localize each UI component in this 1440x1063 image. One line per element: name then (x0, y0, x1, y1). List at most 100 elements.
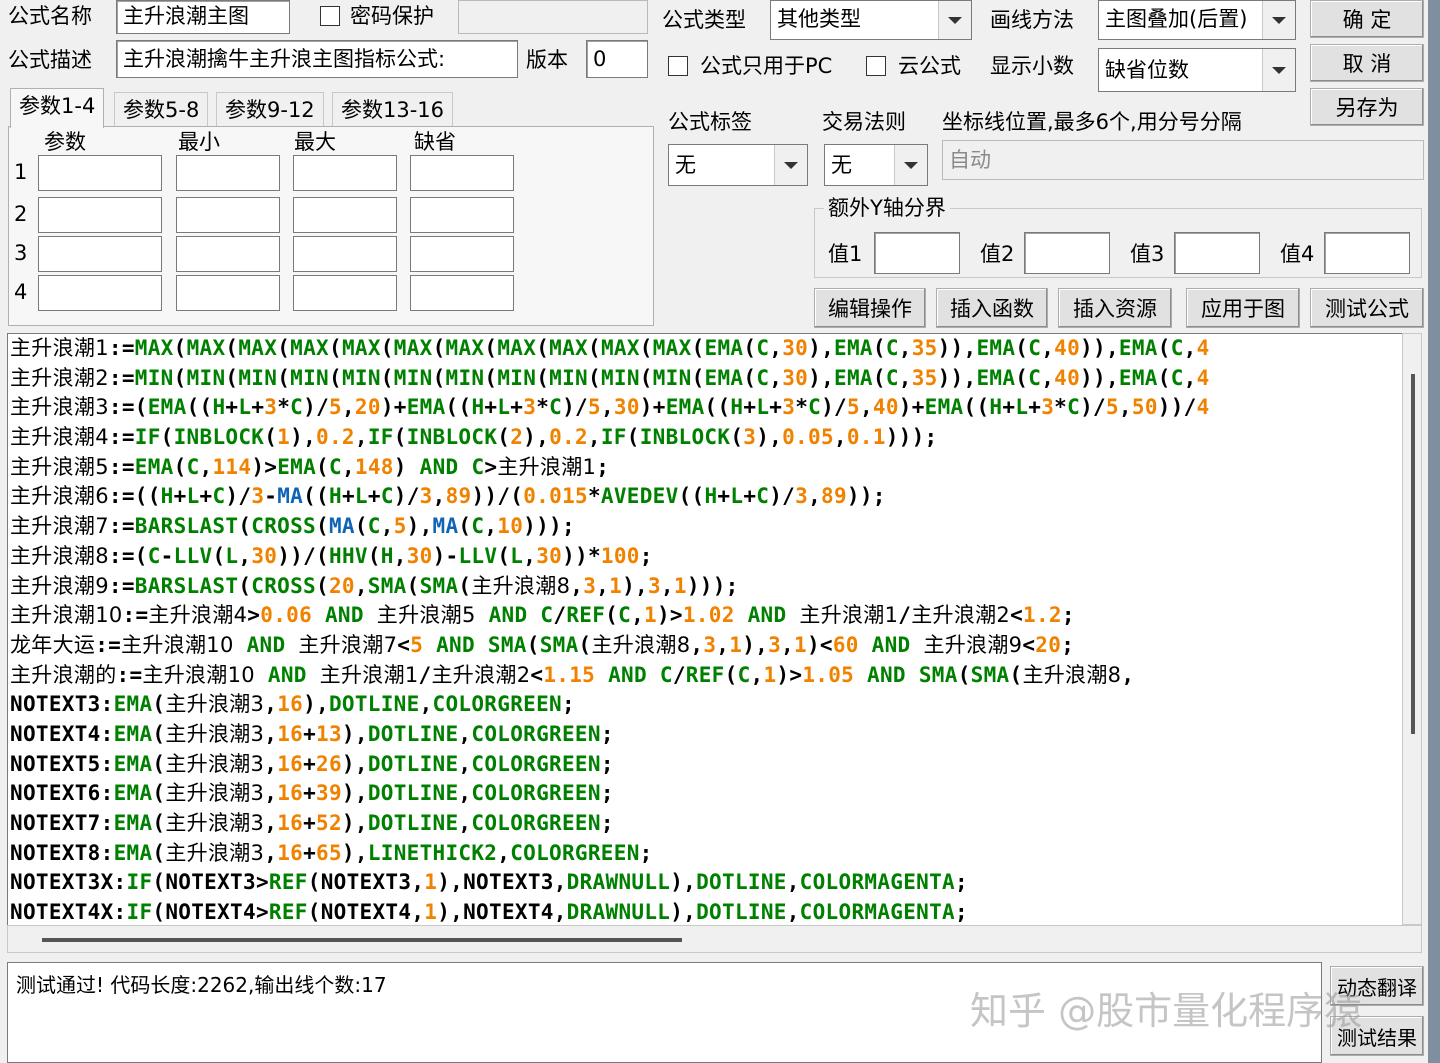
param-1-min[interactable] (176, 155, 280, 191)
insert-function-button[interactable]: 插入函数 (936, 288, 1048, 328)
pc-only-checkbox[interactable] (668, 56, 688, 76)
trade-rule-select[interactable]: 无 (824, 144, 928, 186)
code-editor[interactable]: 主升浪潮1:=MAX(MAX(MAX(MAX(MAX(MAX(MAX(MAX(M… (7, 333, 1404, 927)
code-token: LLV (173, 543, 213, 568)
save-as-button[interactable]: 另存为 (1310, 88, 1424, 126)
param-4-default[interactable] (410, 275, 514, 311)
insert-resource-button[interactable]: 插入资源 (1058, 288, 1172, 328)
param-2-min[interactable] (176, 197, 280, 233)
param-4-name[interactable] (38, 275, 162, 311)
code-token: 0.2 (549, 425, 588, 450)
code-token: , (484, 514, 498, 539)
code-token: NOTEXT4 (165, 900, 256, 925)
ok-button[interactable]: 确 定 (1310, 0, 1424, 38)
code-token: 主升浪潮3 (165, 781, 265, 806)
param-4-max[interactable] (293, 275, 397, 311)
chevron-down-icon[interactable] (1262, 1, 1295, 39)
cloud-label: 云公式 (898, 54, 961, 78)
param-4-min[interactable] (176, 275, 280, 311)
default-col-label: 缺省 (414, 130, 456, 154)
draw-method-select[interactable]: 主图叠加(后置) (1098, 0, 1296, 40)
chevron-down-icon[interactable] (894, 145, 927, 185)
apply-to-chart-button[interactable]: 应用于图 (1186, 288, 1300, 328)
code-token: ; (561, 692, 575, 717)
code-token: 3 (523, 395, 537, 420)
editor-horizontal-scrollbar[interactable] (7, 925, 1422, 953)
param-2-name[interactable] (38, 197, 162, 233)
code-token: < (530, 662, 544, 687)
decimals-select[interactable]: 缺省位数 (1098, 48, 1296, 92)
cancel-button[interactable]: 取 消 (1310, 44, 1424, 82)
code-token: MIN (238, 365, 278, 390)
scrollbar-thumb[interactable] (1411, 374, 1415, 734)
code-token: 3 (703, 632, 717, 657)
code-token: 30 (406, 543, 433, 568)
param-3-max[interactable] (293, 236, 397, 272)
code-token: ( (406, 573, 420, 598)
code-token: ( (484, 365, 498, 390)
edit-operation-button[interactable]: 编辑操作 (814, 288, 926, 328)
password-checkbox[interactable] (320, 6, 340, 26)
code-token: NOTEXT3X (10, 870, 114, 895)
y-value-3-input[interactable] (1174, 232, 1260, 274)
y-value-2-input[interactable] (1024, 232, 1110, 274)
code-token: 100 (600, 543, 640, 568)
test-formula-button[interactable]: 测试公式 (1310, 288, 1424, 328)
version-input[interactable]: 0 (586, 40, 648, 78)
tab-params-1-4[interactable]: 参数1-4 (10, 88, 105, 128)
param-row-1-num: 1 (14, 160, 28, 184)
code-token: :=( (108, 543, 148, 568)
chevron-down-icon[interactable] (938, 1, 971, 39)
cloud-checkbox[interactable] (866, 56, 886, 76)
chevron-down-icon[interactable] (1262, 49, 1295, 91)
param-1-max[interactable] (293, 155, 397, 191)
code-token: 114 (212, 454, 252, 479)
editor-vertical-scrollbar[interactable] (1402, 333, 1422, 925)
code-token: 40 (1054, 365, 1081, 390)
formula-name-input[interactable]: 主升浪潮主图 (116, 0, 290, 34)
chevron-down-icon[interactable] (774, 145, 807, 185)
tab-params-13-16[interactable]: 参数13-16 (332, 92, 454, 126)
code-token: , (1041, 365, 1055, 390)
code-token: SMA (367, 573, 407, 598)
code-token: ( (536, 365, 550, 390)
code-token: 主升浪潮3 (10, 395, 109, 420)
code-token: C (1067, 395, 1081, 420)
code-token: , (750, 662, 764, 687)
code-token: , (781, 632, 794, 657)
param-2-max[interactable] (293, 197, 397, 233)
scrollbar-thumb[interactable] (42, 938, 682, 942)
y-value-1-input[interactable] (874, 232, 960, 274)
code-token: , (432, 484, 446, 509)
param-1-default[interactable] (410, 155, 514, 191)
code-token: H (989, 395, 1003, 420)
code-token: : (113, 900, 127, 925)
code-token: EMA (834, 365, 873, 390)
param-1-name[interactable] (38, 155, 162, 191)
code-token: COLORGREEN (471, 781, 601, 806)
tab-params-5-8[interactable]: 参数5-8 (114, 92, 209, 126)
code-token: (( (678, 484, 705, 509)
formula-desc-input[interactable]: 主升浪潮擒牛主升浪主图指标公式: (116, 40, 518, 78)
code-token: , (199, 454, 213, 479)
code-line: 主升浪潮3:=(EMA((H+L+3*C)/5,20)+EMA((H+L+3*C… (8, 393, 1403, 423)
code-token: EMA (704, 365, 744, 390)
tab-params-9-12[interactable]: 参数9-12 (216, 92, 324, 126)
formula-tag-select[interactable]: 无 (668, 144, 808, 186)
param-3-name[interactable] (38, 236, 162, 272)
code-token: REF (268, 900, 308, 925)
formula-type-select[interactable]: 其他类型 (770, 0, 972, 40)
code-token: 5 (410, 632, 424, 657)
code-token: 主升浪潮4 (148, 603, 248, 628)
param-2-default[interactable] (410, 197, 514, 233)
code-token: + (303, 811, 317, 835)
code-line: NOTEXT3X:IF(NOTEXT3>REF(NOTEXT3,1),NOTEX… (8, 868, 1403, 898)
y-value-4-input[interactable] (1324, 232, 1410, 274)
param-3-default[interactable] (410, 236, 514, 272)
code-token: , (1118, 395, 1132, 420)
code-token: DOTLINE (367, 781, 459, 806)
param-3-min[interactable] (176, 236, 280, 272)
coord-lines-input[interactable]: 自动 (942, 140, 1424, 180)
